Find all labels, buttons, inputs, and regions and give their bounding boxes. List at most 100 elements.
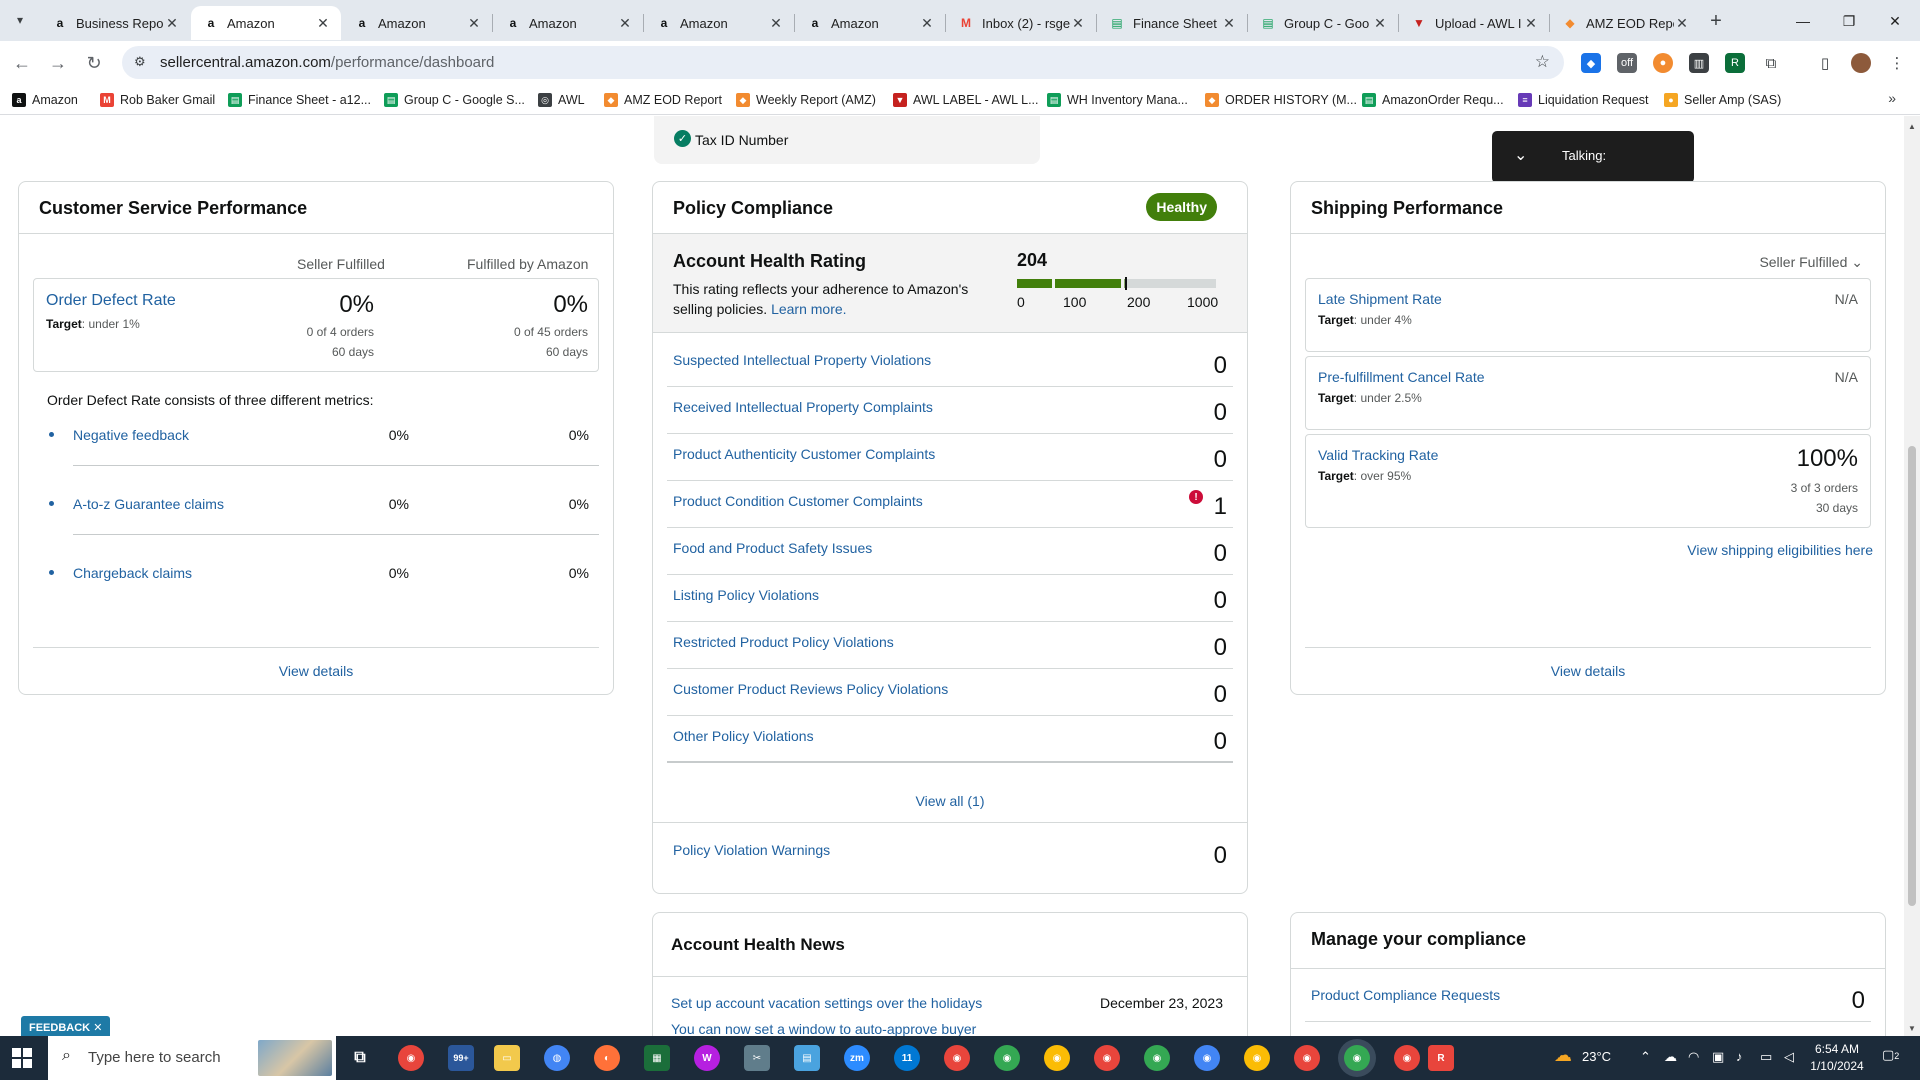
sp-view-details-link[interactable]: View details bbox=[1291, 663, 1885, 679]
browser-tab[interactable]: a Business Repor ✕ bbox=[40, 6, 190, 40]
reload-button[interactable]: ↻ bbox=[80, 49, 108, 77]
policy-warnings-link[interactable]: Policy Violation Warnings bbox=[673, 842, 830, 858]
bookmark-item[interactable]: ◆ AMZ EOD Report bbox=[604, 90, 722, 110]
talking-overlay[interactable]: ⌄ Talking: bbox=[1492, 131, 1694, 183]
close-icon[interactable]: ✕ bbox=[93, 1022, 102, 1034]
profile-avatar[interactable] bbox=[1851, 53, 1871, 73]
close-tab-icon[interactable]: ✕ bbox=[768, 15, 784, 32]
close-tab-icon[interactable]: ✕ bbox=[1674, 15, 1690, 32]
notifications-icon[interactable]: ▢2 bbox=[1882, 1047, 1899, 1063]
order-defect-rate-link[interactable]: Order Defect Rate bbox=[46, 292, 176, 310]
policy-violation-link[interactable]: Product Authenticity Customer Complaints bbox=[673, 446, 935, 462]
chrome-profile-icon[interactable]: ◉ bbox=[1144, 1045, 1170, 1071]
volume-icon[interactable]: ◁ bbox=[1784, 1049, 1794, 1065]
bookmarks-overflow-icon[interactable]: » bbox=[1888, 90, 1896, 106]
extension-chart-icon[interactable]: ▥ bbox=[1689, 53, 1709, 73]
task-view-icon[interactable]: ⧉ bbox=[347, 1045, 373, 1071]
browser-tab[interactable]: ▤ Group C - Goo ✕ bbox=[1248, 6, 1398, 40]
close-tab-icon[interactable]: ✕ bbox=[466, 15, 482, 32]
cs-view-details-link[interactable]: View details bbox=[19, 663, 613, 679]
policy-violation-link[interactable]: Suspected Intellectual Property Violatio… bbox=[673, 352, 931, 368]
policy-violation-link[interactable]: Listing Policy Violations bbox=[673, 587, 819, 603]
extension-r-icon[interactable]: R bbox=[1725, 53, 1745, 73]
bookmark-item[interactable]: ◆ ORDER HISTORY (M... bbox=[1205, 90, 1357, 110]
policy-violation-link[interactable]: Received Intellectual Property Complaint… bbox=[673, 399, 933, 415]
notepad-icon[interactable]: ▤ bbox=[794, 1045, 820, 1071]
tab-search-button[interactable]: ▾ bbox=[8, 8, 32, 32]
chrome-active-icon[interactable]: ◉ bbox=[1344, 1045, 1370, 1071]
close-tab-icon[interactable]: ✕ bbox=[1070, 15, 1086, 32]
side-panel-icon[interactable]: ▯ bbox=[1815, 53, 1835, 73]
app-r-icon[interactable]: R bbox=[1428, 1045, 1454, 1071]
chevron-down-icon[interactable]: ⌄ bbox=[1514, 145, 1527, 165]
onedrive-icon[interactable]: ☁ bbox=[1664, 1049, 1677, 1065]
meet-icon[interactable]: ▣ bbox=[1712, 1049, 1724, 1065]
policy-violation-link[interactable]: Restricted Product Policy Violations bbox=[673, 634, 894, 650]
shipping-metric-link[interactable]: Late Shipment Rate bbox=[1318, 291, 1442, 307]
taskbar-search[interactable]: ⌕ Type here to search bbox=[48, 1036, 336, 1080]
page-scrollbar[interactable]: ▲ ▼ bbox=[1904, 116, 1920, 1036]
view-all-link[interactable]: View all (1) bbox=[653, 793, 1247, 809]
address-bar[interactable]: ⚙ sellercentral.amazon.com/performance/d… bbox=[122, 46, 1564, 79]
close-tab-icon[interactable]: ✕ bbox=[164, 15, 180, 32]
weather-temp[interactable]: 23°C bbox=[1582, 1049, 1611, 1064]
chrome-icon[interactable]: ◉ bbox=[398, 1045, 424, 1071]
file-explorer-icon[interactable]: ▭ bbox=[494, 1045, 520, 1071]
browser-tab[interactable]: ▤ Finance Sheet ✕ bbox=[1097, 6, 1247, 40]
bookmark-item[interactable]: a Amazon bbox=[12, 90, 78, 110]
mail-icon[interactable]: 99+ bbox=[448, 1045, 474, 1071]
calculator-icon[interactable]: ▦ bbox=[644, 1045, 670, 1071]
browser-menu-icon[interactable]: ⋮ bbox=[1887, 53, 1907, 73]
zoom-icon[interactable]: zm bbox=[844, 1045, 870, 1071]
tray-overflow-icon[interactable]: ⌃ bbox=[1640, 1049, 1651, 1065]
bookmark-item[interactable]: ▤ WH Inventory Mana... bbox=[1047, 90, 1188, 110]
chrome-profile-icon[interactable]: ◉ bbox=[1044, 1045, 1070, 1071]
wifi-icon[interactable]: ◠ bbox=[1688, 1049, 1699, 1065]
extensions-puzzle-icon[interactable]: ⧉ bbox=[1761, 53, 1781, 73]
snipping-icon[interactable]: ✂ bbox=[744, 1045, 770, 1071]
site-info-icon[interactable]: ⚙ bbox=[134, 54, 152, 72]
bookmark-item[interactable]: ▤ Group C - Google S... bbox=[384, 90, 525, 110]
browser-tab[interactable]: a Amazon ✕ bbox=[795, 6, 945, 40]
chrome-profile-icon[interactable]: ◉ bbox=[1094, 1045, 1120, 1071]
close-tab-icon[interactable]: ✕ bbox=[617, 15, 633, 32]
bookmark-item[interactable]: M Rob Baker Gmail bbox=[100, 90, 215, 110]
extension-off-icon[interactable]: off bbox=[1617, 53, 1637, 73]
back-button[interactable]: ← bbox=[8, 49, 36, 77]
chrome-profile-icon[interactable]: ◉ bbox=[994, 1045, 1020, 1071]
new-tab-button[interactable]: + bbox=[1704, 9, 1728, 33]
windows-start-button[interactable] bbox=[12, 1048, 32, 1068]
app-w-icon[interactable]: W bbox=[694, 1045, 720, 1071]
shipping-eligibilities-link[interactable]: View shipping eligibilities here bbox=[1687, 542, 1873, 558]
odr-metric-link[interactable]: Negative feedback bbox=[73, 427, 189, 443]
bookmark-item[interactable]: ● Seller Amp (SAS) bbox=[1664, 90, 1781, 110]
news-item-link[interactable]: Set up account vacation settings over th… bbox=[671, 995, 982, 1011]
browser-tab[interactable]: a Amazon ✕ bbox=[493, 6, 643, 40]
chrome-profile-icon[interactable]: ◉ bbox=[944, 1045, 970, 1071]
browser-tab[interactable]: M Inbox (2) - rsge ✕ bbox=[946, 6, 1096, 40]
shipping-metric-link[interactable]: Valid Tracking Rate bbox=[1318, 447, 1438, 463]
shipping-metric-link[interactable]: Pre-fulfillment Cancel Rate bbox=[1318, 369, 1485, 385]
bookmark-item[interactable]: ▼ AWL LABEL - AWL L... bbox=[893, 90, 1039, 110]
restore-button[interactable]: ❐ bbox=[1826, 6, 1872, 36]
bookmark-star-icon[interactable]: ☆ bbox=[1535, 52, 1550, 72]
scroll-down-icon[interactable]: ▼ bbox=[1908, 1024, 1916, 1033]
policy-violation-link[interactable]: Other Policy Violations bbox=[673, 728, 814, 744]
photos-icon[interactable]: ◍ bbox=[544, 1045, 570, 1071]
browser-tab[interactable]: a Amazon ✕ bbox=[191, 6, 341, 40]
scrollbar-thumb[interactable] bbox=[1908, 446, 1916, 906]
close-tab-icon[interactable]: ✕ bbox=[1372, 15, 1388, 32]
chrome-profile-icon[interactable]: ◉ bbox=[1194, 1045, 1220, 1071]
close-tab-icon[interactable]: ✕ bbox=[315, 15, 331, 32]
policy-violation-link[interactable]: Customer Product Reviews Policy Violatio… bbox=[673, 681, 948, 697]
bookmark-item[interactable]: ▤ AmazonOrder Requ... bbox=[1362, 90, 1504, 110]
extension-icon[interactable]: ◆ bbox=[1581, 53, 1601, 73]
battery-icon[interactable]: ▭ bbox=[1760, 1049, 1772, 1065]
chrome-profile-icon[interactable]: ◉ bbox=[1294, 1045, 1320, 1071]
close-window-button[interactable]: ✕ bbox=[1872, 6, 1918, 36]
policy-violation-link[interactable]: Food and Product Safety Issues bbox=[673, 540, 872, 556]
forward-button[interactable]: → bbox=[44, 49, 72, 77]
chrome-profile-icon[interactable]: ◉ bbox=[1394, 1045, 1420, 1071]
taskbar-clock[interactable]: 6:54 AM 1/10/2024 bbox=[1798, 1041, 1876, 1075]
compliance-link[interactable]: Product Compliance Requests bbox=[1311, 987, 1500, 1003]
